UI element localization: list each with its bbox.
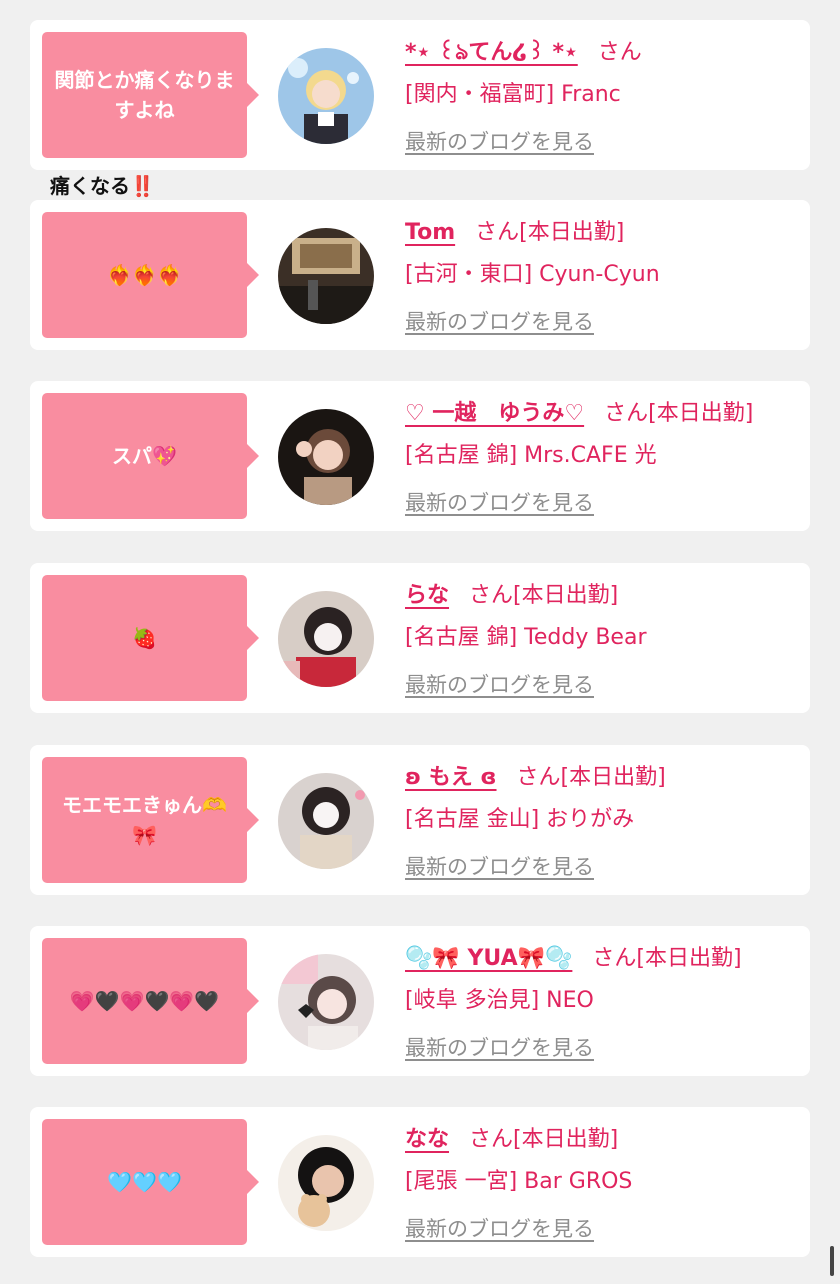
girl-card: スパ💖 ♡ 一越 ゆうみ♡ さん[本日出勤] [名古屋 錦] Mrs.CAFE 光… — [30, 381, 810, 531]
girl-card: ❤️‍🔥❤️‍🔥❤️‍🔥 Tom さん[本日出勤] [古河・東口] Cyun-Cy… — [30, 200, 810, 350]
name-row: なな さん[本日出勤] — [405, 1121, 618, 1153]
name-row: ♡ 一越 ゆうみ♡ さん[本日出勤] — [405, 395, 753, 427]
avatar[interactable] — [278, 409, 374, 505]
honorific: さん — [597, 40, 642, 65]
shop-label: [尾張 一宮] Bar GROS — [405, 1169, 633, 1194]
avatar[interactable] — [278, 773, 374, 869]
name-row: Tom さん[本日出勤] — [405, 214, 624, 246]
status-label: [本日出勤] — [648, 401, 754, 426]
girl-card: 🩵🩵🩵 なな さん[本日出勤] [尾張 一宮] Bar GROS 最新のブログを見… — [30, 1107, 810, 1257]
latest-blog-link[interactable]: 最新のブログを見る — [405, 1032, 594, 1062]
message-bubble: 🍓 — [42, 575, 259, 701]
latest-blog-link[interactable]: 最新のブログを見る — [405, 126, 594, 156]
shop-label: [名古屋 錦] Mrs.CAFE 光 — [405, 443, 657, 468]
status-label: [本日出勤] — [560, 765, 666, 790]
honorific: さん — [592, 946, 637, 971]
shop-label: [古河・東口] Cyun-Cyun — [405, 262, 660, 287]
avatar[interactable] — [278, 48, 374, 144]
girl-card: 🍓 らな さん[本日出勤] [名古屋 錦] Teddy Bear 最新のブログを見… — [30, 563, 810, 713]
status-label: [本日出勤] — [519, 220, 625, 245]
message-bubble: スパ💖 — [42, 393, 259, 519]
message-bubble: 🩵🩵🩵 — [42, 1119, 259, 1245]
status-label: [本日出勤] — [636, 946, 742, 971]
avatar[interactable] — [278, 1135, 374, 1231]
girl-name-link[interactable]: 🫧🎀 YUA🎀🫧 — [405, 946, 572, 971]
name-row: ʚ もえ ɞ さん[本日出勤] — [405, 759, 666, 791]
honorific: さん — [516, 765, 561, 790]
girl-name-link[interactable]: Tom — [405, 220, 455, 245]
latest-blog-link[interactable]: 最新のブログを見る — [405, 487, 594, 517]
latest-blog-link[interactable]: 最新のブログを見る — [405, 669, 594, 699]
latest-blog-link[interactable]: 最新のブログを見る — [405, 306, 594, 336]
name-row: *⋆ ꒰ঌてん໒꒱ *⋆ さん — [405, 34, 642, 72]
name-row: らな さん[本日出勤] — [405, 577, 618, 609]
honorific: さん — [469, 583, 514, 608]
message-bubble: 💗🖤💗🖤💗🖤 — [42, 938, 259, 1064]
status-label: [本日出勤] — [513, 583, 619, 608]
comment-text: 痛くなる‼️ — [50, 174, 155, 198]
girl-name-link[interactable]: なな — [405, 1127, 449, 1152]
shop-label: [岐阜 多治見] NEO — [405, 988, 594, 1013]
scrollbar[interactable] — [830, 1246, 834, 1276]
honorific: さん — [469, 1127, 514, 1152]
girl-name-link[interactable]: ʚ もえ ɞ — [405, 765, 497, 790]
girl-name-link[interactable]: *⋆ ꒰ঌてん໒꒱ *⋆ — [405, 40, 578, 65]
name-row: 🫧🎀 YUA🎀🫧 さん[本日出勤] — [405, 940, 742, 972]
shop-label: [名古屋 金山] おりがみ — [405, 807, 635, 832]
latest-blog-link[interactable]: 最新のブログを見る — [405, 1213, 594, 1243]
message-bubble: 関節とか痛くなりますよね — [42, 32, 259, 158]
avatar[interactable] — [278, 591, 374, 687]
honorific: さん — [604, 401, 649, 426]
girl-card: 💗🖤💗🖤💗🖤 🫧🎀 YUA🎀🫧 さん[本日出勤] [岐阜 多治見] NEO 最新の… — [30, 926, 810, 1076]
avatar[interactable] — [278, 228, 374, 324]
honorific: さん — [475, 220, 520, 245]
girl-name-link[interactable]: ♡ 一越 ゆうみ♡ — [405, 401, 584, 426]
girl-card: 関節とか痛くなりますよね *⋆ ꒰ঌてん໒꒱ *⋆ さん [関内・福富町] Fra… — [30, 20, 810, 170]
message-bubble: モエモエきゅん🫶🎀 — [42, 757, 259, 883]
latest-blog-link[interactable]: 最新のブログを見る — [405, 851, 594, 881]
status-label: [本日出勤] — [513, 1127, 619, 1152]
shop-label: [関内・福富町] Franc — [405, 82, 621, 107]
avatar[interactable] — [278, 954, 374, 1050]
message-bubble: ❤️‍🔥❤️‍🔥❤️‍🔥 — [42, 212, 259, 338]
girl-name-link[interactable]: らな — [405, 583, 449, 608]
shop-label: [名古屋 錦] Teddy Bear — [405, 625, 647, 650]
girl-card: モエモエきゅん🫶🎀 ʚ もえ ɞ さん[本日出勤] [名古屋 金山] おりがみ 最… — [30, 745, 810, 895]
